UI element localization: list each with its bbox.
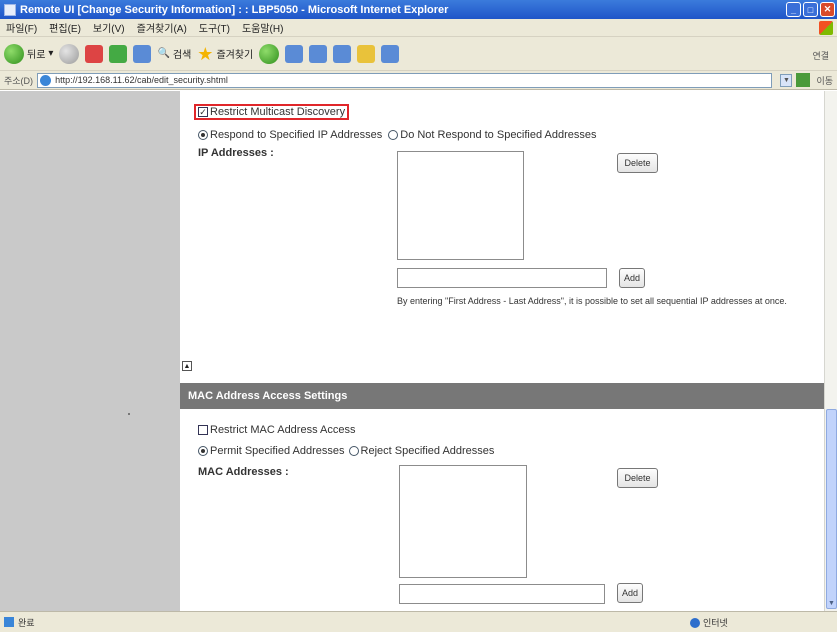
status-text: 완료 xyxy=(18,617,35,628)
mac-addresses-list[interactable] xyxy=(399,465,527,578)
address-bar: 주소(D) http://192.168.11.62/cab/edit_secu… xyxy=(0,71,837,90)
internet-globe-icon xyxy=(690,617,700,628)
refresh-icon[interactable] xyxy=(109,44,128,63)
page-done-icon xyxy=(4,617,14,627)
address-input[interactable]: http://192.168.11.62/cab/edit_security.s… xyxy=(37,72,773,88)
ip-range-note: By entering "First Address - Last Addres… xyxy=(397,296,787,306)
page-content: ✓ Restrict Multicast Discovery Respond t… xyxy=(0,91,824,611)
close-button[interactable]: ✕ xyxy=(820,2,835,17)
go-label[interactable]: 이동 xyxy=(816,74,833,87)
mac-section-header: MAC Address Access Settings xyxy=(180,383,824,409)
windows-logo-icon xyxy=(819,21,833,35)
title-bar: Remote UI [Change Security Information] … xyxy=(0,0,837,19)
mac-address-input[interactable] xyxy=(399,584,605,604)
ip-addresses-list[interactable] xyxy=(397,151,524,260)
ip-address-input[interactable] xyxy=(397,268,607,288)
restrict-mac-row: Restrict MAC Address Access xyxy=(198,424,356,436)
forward-button[interactable] xyxy=(59,43,80,64)
search-label: 검색 xyxy=(172,50,192,61)
ip-add-button[interactable]: Add xyxy=(619,268,645,288)
media-icon[interactable] xyxy=(259,43,280,64)
menu-file[interactable]: 파일(F) xyxy=(6,20,37,35)
menu-view[interactable]: 보기(V) xyxy=(93,20,125,35)
permit-label: Permit Specified Addresses xyxy=(210,445,345,457)
ip-delete-button[interactable]: Delete xyxy=(617,153,658,173)
scroll-top-icon[interactable]: ▲ xyxy=(182,361,192,371)
address-label: 주소(D) xyxy=(4,75,34,86)
status-bar: 완료 인터넷 xyxy=(0,611,837,632)
favorites-button[interactable]: ★ 즐겨찾기 xyxy=(197,45,253,63)
scrollbar-thumb[interactable] xyxy=(826,409,837,609)
menu-favorites[interactable]: 즐겨찾기(A) xyxy=(137,20,187,35)
messenger-icon[interactable] xyxy=(381,44,400,63)
edit-icon[interactable] xyxy=(333,44,352,63)
chevron-down-icon: ▾ xyxy=(48,48,54,59)
toolbar-links-label[interactable]: 연결 xyxy=(812,49,829,62)
mac-add-button[interactable]: Add xyxy=(617,583,643,603)
zone-label: 인터넷 xyxy=(703,618,728,628)
reject-label: Reject Specified Addresses xyxy=(360,445,495,457)
reject-radio[interactable] xyxy=(348,446,359,456)
ie-page-icon xyxy=(40,74,52,86)
toolbar: 뒤로 ▾ 🔍 검색 ★ 즐겨찾기 연결 xyxy=(0,37,837,71)
mac-addresses-label: MAC Addresses : xyxy=(198,466,289,478)
mac-section-title: MAC Address Access Settings xyxy=(188,390,348,402)
respond-label: Respond to Specified IP Addresses xyxy=(210,129,383,141)
security-settings-main: ✓ Restrict Multicast Discovery Respond t… xyxy=(180,91,824,611)
folder-icon[interactable] xyxy=(357,44,376,63)
restrict-multicast-checkbox[interactable]: ✓ xyxy=(198,107,208,117)
search-button[interactable]: 🔍 검색 xyxy=(157,46,191,61)
scroll-down-icon[interactable]: ▼ xyxy=(826,597,837,609)
multicast-response-options: Respond to Specified IP Addresses Do Not… xyxy=(198,129,597,141)
back-button[interactable]: 뒤로 ▾ xyxy=(4,43,54,64)
mac-permit-options: Permit Specified Addresses Reject Specif… xyxy=(198,445,494,457)
ie-page-icon xyxy=(4,3,16,16)
address-dropdown-icon[interactable]: ▼ xyxy=(780,73,793,87)
favorites-star-icon: ★ xyxy=(197,43,214,64)
no-respond-label: Do Not Respond to Specified Addresses xyxy=(400,129,597,141)
zone-indicator: 인터넷 xyxy=(690,616,728,629)
address-url: http://192.168.11.62/cab/edit_security.s… xyxy=(55,75,228,85)
menu-help[interactable]: 도움말(H) xyxy=(242,20,283,35)
menu-tools[interactable]: 도구(T) xyxy=(199,20,230,35)
restrict-mac-checkbox[interactable] xyxy=(198,425,208,435)
mac-delete-button[interactable]: Delete xyxy=(617,468,658,488)
go-arrow-icon[interactable] xyxy=(796,73,811,87)
home-icon[interactable] xyxy=(133,44,152,63)
restrict-mac-label: Restrict MAC Address Access xyxy=(210,424,356,436)
no-respond-radio[interactable] xyxy=(388,130,399,140)
back-label: 뒤로 xyxy=(27,50,46,61)
menu-bar: 파일(F) 편집(E) 보기(V) 즐겨찾기(A) 도구(T) 도움말(H) xyxy=(0,19,837,37)
restrict-multicast-row: ✓ Restrict Multicast Discovery xyxy=(194,104,350,120)
window-title: Remote UI [Change Security Information] … xyxy=(20,3,449,16)
window-controls: _ □ ✕ xyxy=(786,2,835,17)
ip-addresses-label: IP Addresses : xyxy=(198,147,274,159)
nav-dot xyxy=(128,413,130,415)
search-icon: 🔍 xyxy=(157,48,170,59)
mail-icon[interactable] xyxy=(285,44,304,63)
print-icon[interactable] xyxy=(309,44,328,63)
permit-radio[interactable] xyxy=(198,446,208,456)
minimize-button[interactable]: _ xyxy=(786,2,801,17)
vertical-scrollbar[interactable]: ▼ xyxy=(824,91,837,611)
menu-edit[interactable]: 편집(E) xyxy=(49,20,81,35)
respond-radio[interactable] xyxy=(198,130,208,140)
left-nav-panel xyxy=(0,91,180,611)
favorites-label: 즐겨찾기 xyxy=(216,50,254,61)
maximize-button[interactable]: □ xyxy=(803,2,818,17)
stop-icon[interactable] xyxy=(85,44,104,63)
back-arrow-icon xyxy=(4,43,24,64)
restrict-multicast-highlight: ✓ Restrict Multicast Discovery xyxy=(194,104,350,120)
restrict-multicast-label: Restrict Multicast Discovery xyxy=(210,106,346,118)
